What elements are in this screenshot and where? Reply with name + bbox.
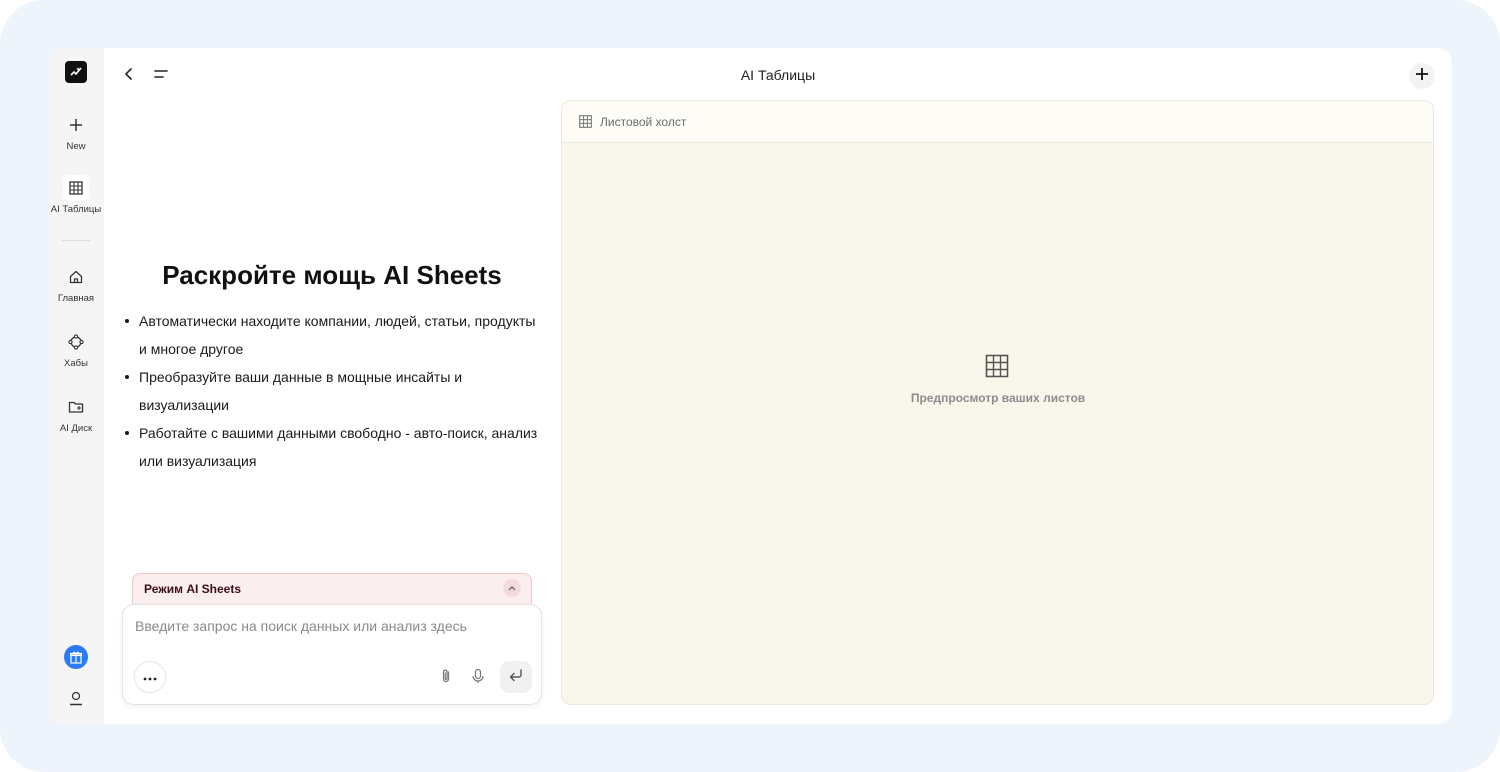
enter-icon xyxy=(508,668,524,687)
app-logo-icon[interactable] xyxy=(65,61,87,83)
menu-button[interactable] xyxy=(150,65,172,87)
microphone-icon xyxy=(471,668,485,689)
send-button[interactable] xyxy=(500,661,532,693)
grid-icon xyxy=(63,175,89,201)
prompt-input[interactable] xyxy=(135,615,525,637)
sidebar-item-hubs[interactable]: Хабы xyxy=(48,329,104,369)
attach-button[interactable] xyxy=(435,667,457,689)
chevron-up-icon[interactable] xyxy=(503,579,521,597)
sidebar-item-home[interactable]: Главная xyxy=(48,264,104,304)
list-item: Преобразуйте ваши данные в мощные инсайт… xyxy=(124,363,544,419)
hero-title: Раскройте мощь AI Sheets xyxy=(162,260,502,290)
list-item: Работайте с вашими данными свободно - ав… xyxy=(124,419,544,475)
sidebar-item-label: Хабы xyxy=(64,358,88,369)
empty-state-text: Предпросмотр ваших листов xyxy=(910,391,1086,405)
back-button[interactable] xyxy=(118,65,140,87)
grid-icon xyxy=(985,354,1009,378)
plus-icon xyxy=(1415,67,1429,86)
page-title: AI Таблицы xyxy=(740,67,816,83)
sidebar-item-ai-sheets[interactable]: AI Таблицы xyxy=(48,175,104,215)
list-item: Автоматически находите компании, людей, … xyxy=(124,307,544,363)
feature-list: Автоматически находите компании, людей, … xyxy=(124,307,544,475)
mode-label: Режим AI Sheets xyxy=(144,582,242,596)
sidebar-item-label: Главная xyxy=(57,293,95,304)
home-icon xyxy=(63,264,89,290)
sidebar-rail: New AI Таблицы Главная Хабы AI Диск xyxy=(48,48,104,724)
folder-icon xyxy=(63,394,89,420)
user-icon[interactable] xyxy=(66,688,86,708)
canvas-header: Листовой холст xyxy=(562,101,1433,143)
voice-button[interactable] xyxy=(467,667,489,689)
screen-frame: New AI Таблицы Главная Хабы AI Диск AI Т… xyxy=(0,0,1500,772)
paperclip-icon xyxy=(440,668,452,689)
prompt-composer xyxy=(122,604,542,705)
menu-icon xyxy=(153,67,169,86)
back-icon xyxy=(122,67,136,86)
sidebar-divider xyxy=(62,240,90,241)
sidebar-item-label: New xyxy=(66,141,86,152)
gift-icon[interactable] xyxy=(64,645,88,669)
more-options-button[interactable] xyxy=(134,661,166,693)
sidebar-item-label: AI Таблицы xyxy=(50,204,102,215)
plus-icon xyxy=(63,112,89,138)
canvas-header-label: Листовой холст xyxy=(600,115,687,129)
hub-icon xyxy=(63,329,89,355)
sidebar-item-label: AI Диск xyxy=(59,423,93,434)
sheet-canvas: Листовой холст Предпросмотр ваших листов xyxy=(561,100,1434,705)
app-window: New AI Таблицы Главная Хабы AI Диск AI Т… xyxy=(48,48,1452,724)
more-icon xyxy=(143,668,157,686)
grid-icon xyxy=(579,115,593,129)
sidebar-item-new[interactable]: New xyxy=(48,112,104,152)
add-button[interactable] xyxy=(1409,63,1435,89)
sidebar-item-ai-drive[interactable]: AI Диск xyxy=(48,394,104,434)
